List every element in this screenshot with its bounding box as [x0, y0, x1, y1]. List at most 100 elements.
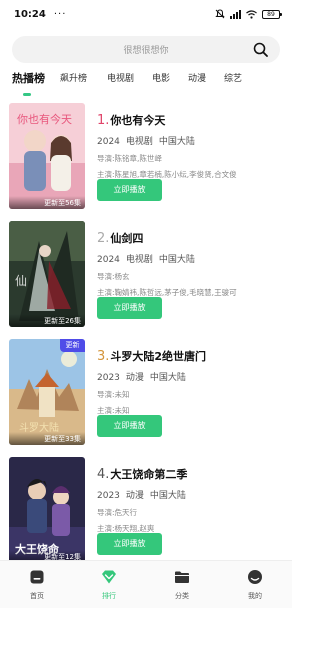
rank-number: 2. [97, 231, 110, 246]
nav-ranking-label: 排行 [102, 592, 116, 600]
tab-hot[interactable]: 热播榜 [12, 70, 45, 86]
director-line: 导演:未知 [97, 389, 287, 400]
director-label: 导演: [97, 272, 115, 281]
nav-profile-label: 我的 [248, 592, 262, 600]
system-nav-area [0, 608, 292, 650]
item-year: 2023 [97, 373, 120, 383]
update-badge: 更新至26集 [9, 314, 85, 327]
item-region: 中国大陆 [149, 373, 186, 383]
mute-bell-icon [215, 9, 225, 19]
nav-home[interactable]: 首页 [12, 569, 62, 601]
rank-number: 3. [97, 349, 110, 364]
item-info: 2. 仙剑四 2024 电视剧 中国大陆 导演:杨玄 主演:鞠婧祎,陈哲远,茅子俊,… [97, 230, 287, 298]
item-year: 2024 [97, 255, 120, 265]
item-title[interactable]: 你也有今天 [110, 112, 165, 128]
poster-image[interactable]: 大王饶命 更新至12集 [9, 457, 85, 560]
ranking-list: 你也有今天 更新至56集 1. 你也有今天 2024 电视剧 中国大陆 导演:陈铭章… [0, 100, 292, 560]
item-category: 动漫 [125, 373, 144, 383]
director-value: 杨玄 [114, 272, 130, 281]
item-category: 动漫 [125, 491, 144, 501]
tab-movie[interactable]: 电影 [152, 71, 170, 84]
item-category: 电视剧 [125, 255, 153, 265]
poster-image[interactable]: 你也有今天 更新至56集 [9, 103, 85, 209]
item-info: 3. 斗罗大陆2绝世唐门 2023 动漫 中国大陆 导演:未知 主演:未知 [97, 348, 287, 416]
director-line: 导演:陈铭章,陈世峄 [97, 153, 287, 164]
cast-value: 杨天翔,赵爽 [114, 524, 155, 533]
svg-text:仙: 仙 [15, 274, 27, 288]
list-item[interactable]: 大王饶命 更新至12集 4. 大王饶命第二季 2023 动漫中国大陆 导演:危天行… [0, 454, 292, 560]
tab-anime[interactable]: 动漫 [188, 71, 206, 84]
update-badge: 更新至56集 [9, 196, 85, 209]
category-tabs: 热播榜 飙升榜 电视剧 电影 动漫 综艺 [0, 71, 292, 99]
director-label: 导演: [97, 390, 115, 399]
item-year: 2024 [97, 137, 120, 147]
rank-number: 1. [97, 113, 110, 128]
item-title-row[interactable]: 2. 仙剑四 [97, 230, 287, 246]
play-now-button[interactable]: 立即播放 [97, 179, 162, 201]
cast-value: 鞠婧祎,陈哲远,茅子俊,毛晓慧,王骏可 [114, 288, 237, 297]
item-title[interactable]: 仙剑四 [110, 230, 143, 246]
item-meta: 2023 动漫 中国大陆 [97, 370, 287, 383]
home-icon[interactable] [29, 569, 45, 585]
nav-category[interactable]: 分类 [157, 569, 207, 601]
cast-label: 主演: [97, 288, 115, 297]
director-value: 危天行 [114, 508, 138, 517]
search-icon[interactable] [253, 42, 268, 57]
profile-icon[interactable] [247, 569, 263, 585]
new-update-tag: 更新 [60, 339, 85, 352]
cast-value: 未知 [114, 406, 130, 415]
update-badge: 更新至33集 [9, 432, 85, 445]
item-region: 中国大陆 [158, 137, 195, 147]
tab-rising[interactable]: 飙升榜 [60, 71, 87, 84]
bottom-nav: 首页 排行 分类 我的 [0, 560, 292, 608]
signal-icon [230, 9, 241, 19]
poster-image[interactable]: 仙 更新至26集 [9, 221, 85, 327]
cast-value: 陈星旭,章若楠,陈小纭,李俊贤,合文俊 [114, 170, 237, 179]
item-region: 中国大陆 [149, 491, 186, 501]
play-now-button[interactable]: 立即播放 [97, 415, 162, 437]
item-title[interactable]: 斗罗大陆2绝世唐门 [110, 348, 206, 364]
nav-home-label: 首页 [30, 592, 44, 600]
rank-number: 4. [97, 467, 110, 482]
item-region: 中国大陆 [158, 255, 195, 265]
director-label: 导演: [97, 508, 115, 517]
item-meta: 2024 电视剧 中国大陆 [97, 252, 287, 265]
director-line: 导演:危天行 [97, 507, 287, 518]
item-category: 电视剧 [125, 137, 153, 147]
item-info: 4. 大王饶命第二季 2023 动漫 中国大陆 导演:危天行 主演:杨天翔,赵爽 [97, 466, 287, 534]
ranking-icon[interactable] [101, 569, 117, 585]
list-item[interactable]: 仙 更新至26集 2. 仙剑四 2024 电视剧 中国大陆 导演:杨玄 主演:鞠婧祎… [0, 218, 292, 328]
director-value: 未知 [114, 390, 130, 399]
director-line: 导演:杨玄 [97, 271, 287, 282]
cast-label: 主演: [97, 524, 115, 533]
wifi-icon [246, 9, 257, 19]
item-title[interactable]: 大王饶命第二季 [110, 466, 187, 482]
director-label: 导演: [97, 154, 115, 163]
item-title-row[interactable]: 3. 斗罗大陆2绝世唐门 [97, 348, 287, 364]
item-year: 2023 [97, 491, 120, 501]
tab-variety[interactable]: 综艺 [224, 71, 242, 84]
item-meta: 2024 电视剧 中国大陆 [97, 134, 287, 147]
nav-category-label: 分类 [175, 592, 189, 600]
director-value: 陈铭章,陈世峄 [114, 154, 162, 163]
nav-ranking[interactable]: 排行 [84, 569, 134, 601]
play-now-button[interactable]: 立即播放 [97, 533, 162, 555]
battery-icon: 89 [262, 9, 282, 19]
play-now-button[interactable]: 立即播放 [97, 297, 162, 319]
status-bar: 10:24 ··· 89 [0, 0, 292, 28]
list-item[interactable]: 你也有今天 更新至56集 1. 你也有今天 2024 电视剧 中国大陆 导演:陈铭章… [0, 100, 292, 210]
status-time: 10:24 [14, 8, 46, 20]
update-badge: 更新至12集 [9, 550, 85, 560]
nav-profile[interactable]: 我的 [230, 569, 280, 601]
item-meta: 2023 动漫 中国大陆 [97, 488, 287, 501]
poster-image[interactable]: 斗罗大陆 更新 更新至33集 [9, 339, 85, 445]
search-input[interactable]: 很想很想你 [123, 43, 168, 56]
tab-tv[interactable]: 电视剧 [107, 71, 134, 84]
status-more-dots: ··· [53, 8, 67, 20]
item-title-row[interactable]: 4. 大王饶命第二季 [97, 466, 287, 482]
list-item[interactable]: 斗罗大陆 更新 更新至33集 3. 斗罗大陆2绝世唐门 2023 动漫 中国大陆 导… [0, 336, 292, 446]
item-title-row[interactable]: 1. 你也有今天 [97, 112, 287, 128]
folder-icon[interactable] [174, 569, 190, 585]
cast-label: 主演: [97, 406, 115, 415]
search-bar[interactable]: 很想很想你 [12, 36, 280, 63]
